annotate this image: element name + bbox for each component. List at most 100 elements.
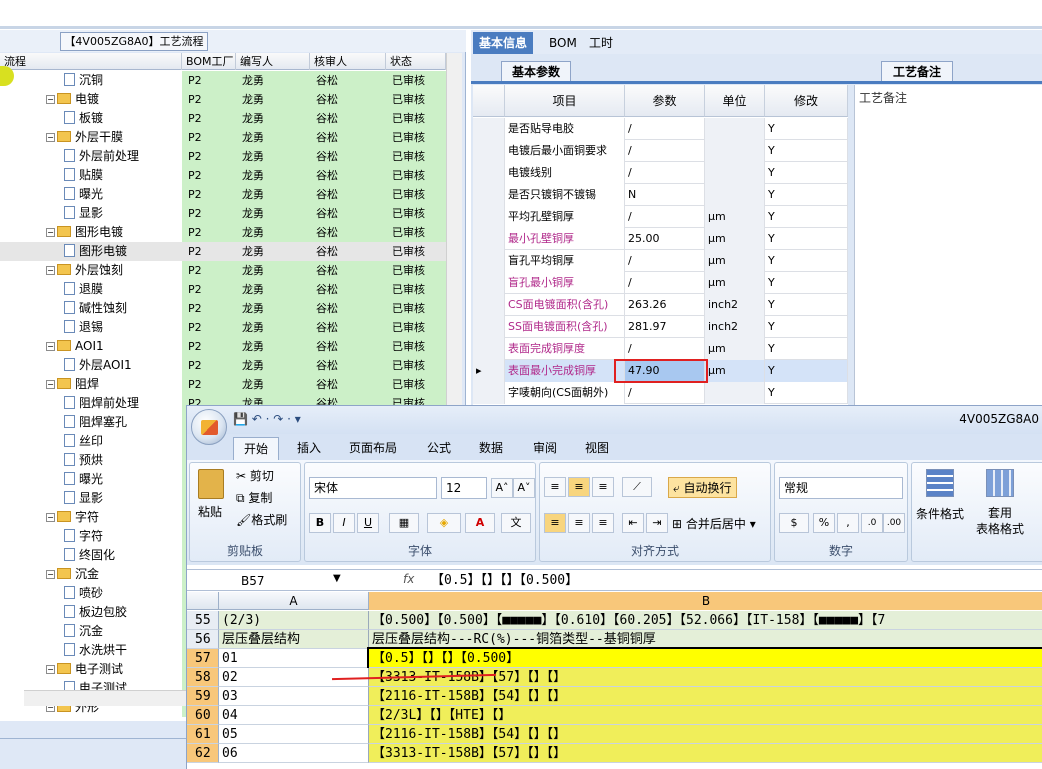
tree-node[interactable]: 终固化 xyxy=(64,547,115,564)
collapse-icon[interactable]: − xyxy=(46,266,55,275)
cell-a[interactable]: (2/3) xyxy=(219,611,369,630)
tree-row[interactable]: 外层AOI1 P2 龙勇 谷松 已审核 xyxy=(0,356,446,375)
tree-node[interactable]: 板边包胶 xyxy=(64,604,127,621)
collapse-icon[interactable]: − xyxy=(46,380,55,389)
tree-node[interactable]: − AOI1 xyxy=(46,338,104,355)
tree-row[interactable]: 沉铜 P2 龙勇 谷松 已审核 xyxy=(0,71,446,90)
cell-a[interactable]: 05 xyxy=(219,725,369,744)
percent-button[interactable]: % xyxy=(813,513,835,533)
tree-node[interactable]: 贴膜 xyxy=(64,167,103,184)
table-format-button[interactable]: 套用 表格格式 xyxy=(976,505,1024,537)
tab-insert[interactable]: 插入 xyxy=(287,437,331,460)
tree-node[interactable]: 图形电镀 xyxy=(64,243,127,260)
tree-row[interactable]: 显影 P2 龙勇 谷松 已审核 xyxy=(0,204,446,223)
tree-node[interactable]: − 沉金 xyxy=(46,566,99,583)
collapse-icon[interactable]: − xyxy=(46,133,55,142)
office-button[interactable] xyxy=(191,409,227,445)
param-param[interactable]: / xyxy=(625,272,705,294)
param-row[interactable]: 平均孔壁铜厚 / μm Y xyxy=(473,206,848,228)
param-row[interactable]: 表面完成铜厚度 / μm Y xyxy=(473,338,848,360)
tree-node[interactable]: 水洗烘干 xyxy=(64,642,127,659)
param-param[interactable]: 263.26 xyxy=(625,294,705,316)
tree-node[interactable]: 预烘 xyxy=(64,452,103,469)
cell-b[interactable]: 【3313-IT-158B】【57】【】【】 xyxy=(369,744,1042,763)
tree-node[interactable]: 退膜 xyxy=(64,281,103,298)
tree-row[interactable]: 贴膜 P2 龙勇 谷松 已审核 xyxy=(0,166,446,185)
row-indicator[interactable] xyxy=(473,118,505,140)
fx-label[interactable]: fx xyxy=(403,572,414,586)
tree-node[interactable]: 阻焊塞孔 xyxy=(64,414,127,431)
row-number[interactable]: 55 xyxy=(187,611,219,630)
cut-button[interactable]: ✂ 剪切 xyxy=(236,467,274,484)
row-indicator[interactable] xyxy=(473,184,505,206)
row-indicator[interactable] xyxy=(473,228,505,250)
col-header-bom[interactable]: BOM工厂 xyxy=(182,53,236,70)
conditional-format-button[interactable]: 条件格式 xyxy=(916,505,964,522)
row-indicator[interactable] xyxy=(473,294,505,316)
tree-node[interactable]: − 外层蚀刻 xyxy=(46,262,123,279)
col-header-param[interactable]: 参数 xyxy=(625,85,705,117)
tab-view[interactable]: 视图 xyxy=(575,437,619,460)
tree-node[interactable]: 退锡 xyxy=(64,319,103,336)
process-notes-area[interactable]: 工艺备注 xyxy=(854,85,1042,405)
cell-a[interactable]: 04 xyxy=(219,706,369,725)
row-indicator[interactable] xyxy=(473,382,505,404)
cell-a[interactable]: 层压叠层结构 xyxy=(219,630,369,649)
col-header-writer[interactable]: 编写人 xyxy=(236,53,310,70)
top-splitter[interactable] xyxy=(0,26,1042,29)
param-row[interactable]: 是否贴导电胶 / Y xyxy=(473,118,848,140)
collapse-icon[interactable]: − xyxy=(46,228,55,237)
row-indicator[interactable]: ▸ xyxy=(473,360,505,382)
collapse-icon[interactable]: − xyxy=(46,342,55,351)
tree-row[interactable]: 图形电镀 P2 龙勇 谷松 已审核 xyxy=(0,242,446,261)
align-center-icon[interactable]: ≡ xyxy=(568,513,590,533)
col-header-reviewer[interactable]: 核审人 xyxy=(310,53,386,70)
tree-node[interactable]: − 阻焊 xyxy=(46,376,99,393)
tree-row[interactable]: 退膜 P2 龙勇 谷松 已审核 xyxy=(0,280,446,299)
subtab-process-notes[interactable]: 工艺备注 xyxy=(881,61,953,81)
tree-node[interactable]: 丝印 xyxy=(64,433,103,450)
param-row[interactable]: 电镀后最小面铜要求 / Y xyxy=(473,140,848,162)
tree-node[interactable]: − 图形电镀 xyxy=(46,224,123,241)
tree-node[interactable]: 显影 xyxy=(64,205,103,222)
row-number[interactable]: 60 xyxy=(187,706,219,725)
param-row[interactable]: 字唛朝向(CS面朝外) / Y xyxy=(473,382,848,404)
row-indicator[interactable] xyxy=(473,272,505,294)
align-top-icon[interactable]: ≡ xyxy=(544,477,566,497)
quick-access-toolbar[interactable]: 💾 ↶ · ↷ · ▾ xyxy=(233,412,301,426)
tree-row[interactable]: − 图形电镀 P2 龙勇 谷松 已审核 xyxy=(0,223,446,242)
tree-node[interactable]: 外层AOI1 xyxy=(64,357,132,374)
tree-row[interactable]: − 阻焊 P2 龙勇 谷松 已审核 xyxy=(0,375,446,394)
shrink-font-icon[interactable]: A˅ xyxy=(513,478,535,498)
copy-button[interactable]: ⧉ 复制 xyxy=(236,489,272,506)
row-indicator[interactable] xyxy=(473,206,505,228)
param-param[interactable]: / xyxy=(625,206,705,228)
cell-b[interactable]: 【2/3L】【】【HTE】【】 xyxy=(369,706,1042,725)
name-box-dropdown-icon[interactable]: ▼ xyxy=(333,573,341,584)
orientation-icon[interactable]: ⟋ xyxy=(622,477,652,497)
param-param[interactable]: / xyxy=(625,140,705,162)
row-indicator[interactable] xyxy=(473,162,505,184)
tree-row[interactable]: − 外层干膜 P2 龙勇 谷松 已审核 xyxy=(0,128,446,147)
tree-node[interactable]: 曝光 xyxy=(64,186,103,203)
tree-row[interactable]: − 外层蚀刻 P2 龙勇 谷松 已审核 xyxy=(0,261,446,280)
increase-decimal-icon[interactable]: .0 xyxy=(861,513,883,533)
tree-row[interactable]: 碱性蚀刻 P2 龙勇 谷松 已审核 xyxy=(0,299,446,318)
tree-node[interactable]: 字符 xyxy=(64,528,103,545)
tree-node[interactable]: 板镀 xyxy=(64,110,103,127)
tree-node[interactable]: 碱性蚀刻 xyxy=(64,300,127,317)
cell-a[interactable]: 01 xyxy=(219,649,369,668)
tree-node[interactable]: − 电子测试 xyxy=(46,661,123,678)
tree-node[interactable]: 显影 xyxy=(64,490,103,507)
cell-b[interactable]: 【0.500】【0.500】【■■■■■】【0.610】【60.205】【52.… xyxy=(369,611,1042,630)
param-row[interactable]: 最小孔壁铜厚 25.00 μm Y xyxy=(473,228,848,250)
currency-icon[interactable]: $ xyxy=(779,513,809,533)
font-size-select[interactable]: 12 xyxy=(441,477,487,499)
cell-a[interactable]: 03 xyxy=(219,687,369,706)
row-indicator[interactable] xyxy=(473,250,505,272)
cell-b[interactable]: 【3313-IT-158B】【57】【】【】 xyxy=(369,668,1042,687)
select-all-corner[interactable] xyxy=(187,592,219,610)
tree-node[interactable]: 喷砂 xyxy=(64,585,103,602)
row-indicator[interactable] xyxy=(473,140,505,162)
align-bottom-icon[interactable]: ≡ xyxy=(592,477,614,497)
